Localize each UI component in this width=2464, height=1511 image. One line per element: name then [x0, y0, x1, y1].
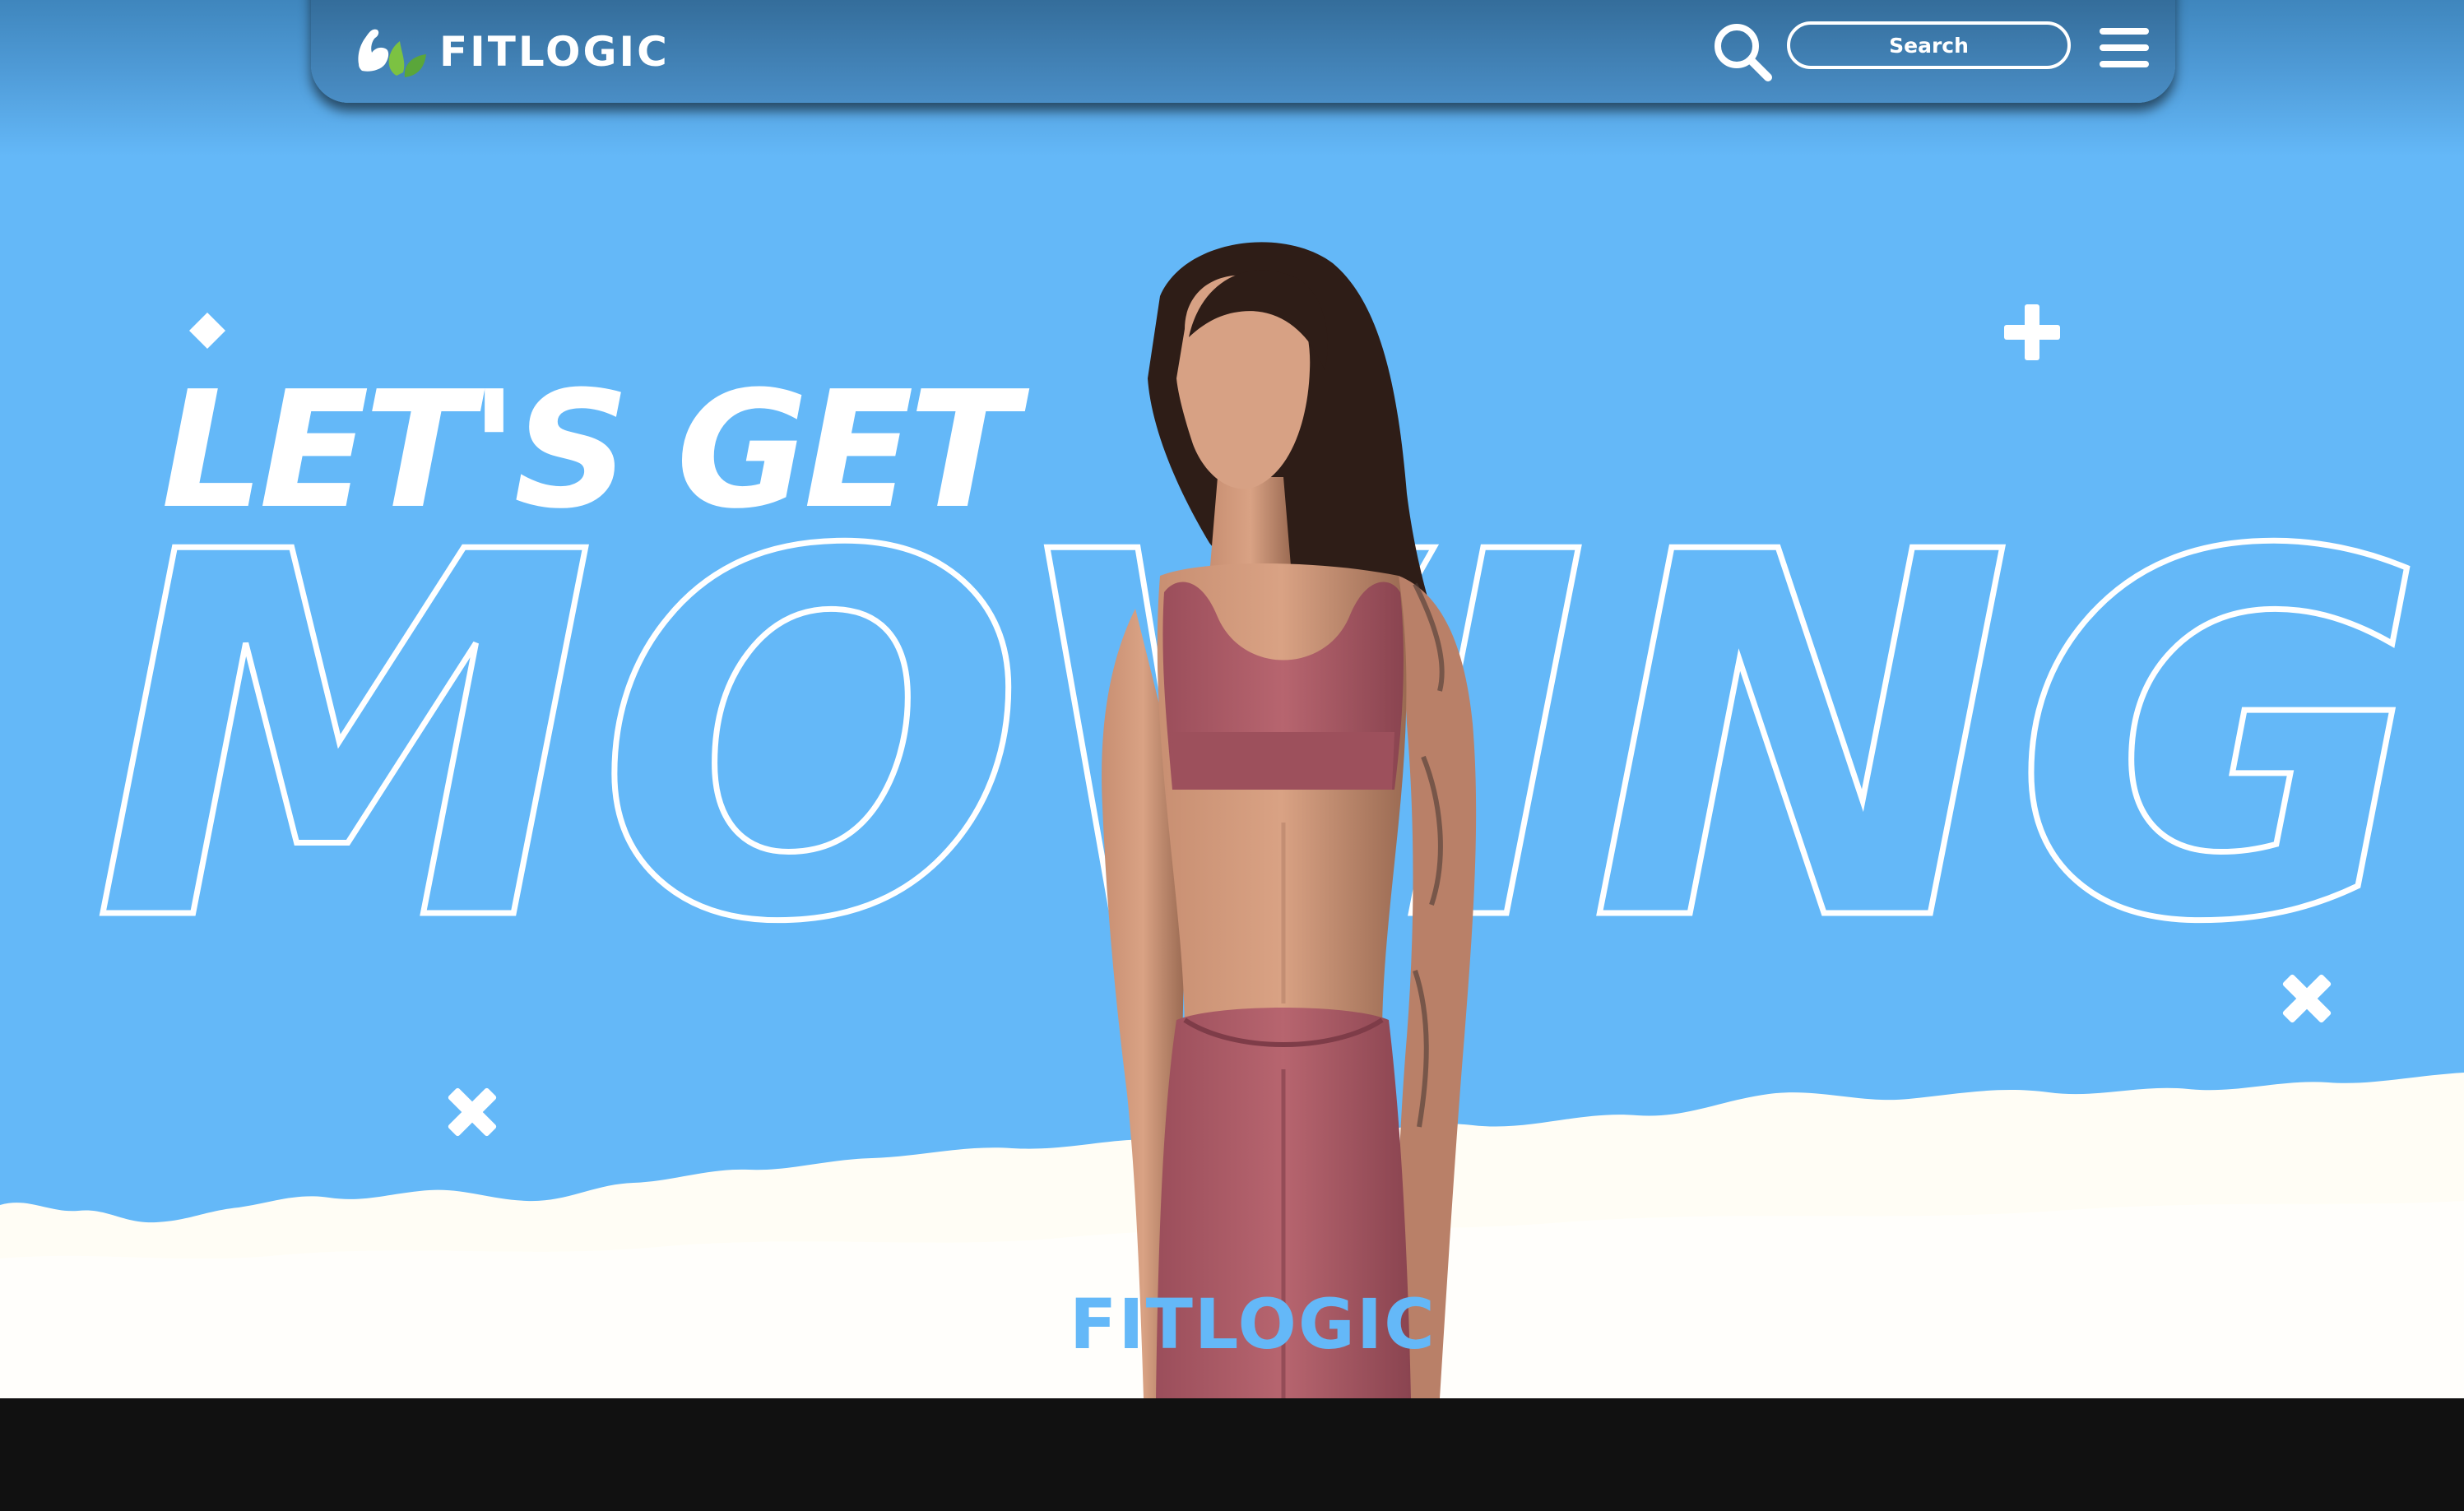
logo-mark-icon [358, 29, 426, 77]
x-cross-icon [448, 1087, 497, 1137]
bottom-brand-text: FITLOGIC [1070, 1284, 1436, 1365]
hero-section: LET'S GET MOVING [0, 0, 2464, 1398]
x-cross-icon [2282, 974, 2332, 1023]
brand-logo[interactable]: FITLOGIC [352, 25, 670, 79]
diamond-icon [189, 313, 225, 349]
search-icon[interactable] [1711, 21, 1773, 82]
model-woman-figure [1102, 242, 1477, 1398]
footer-band [0, 1398, 2464, 1511]
landing-page: LET'S GET MOVING [0, 0, 2464, 1511]
search-input[interactable] [1787, 21, 2071, 69]
plus-icon [2004, 304, 2060, 360]
headline-lets-get: LET'S GET [161, 357, 1019, 545]
brand-name: FITLOGIC [439, 28, 670, 76]
hamburger-menu-icon[interactable] [2100, 26, 2149, 69]
